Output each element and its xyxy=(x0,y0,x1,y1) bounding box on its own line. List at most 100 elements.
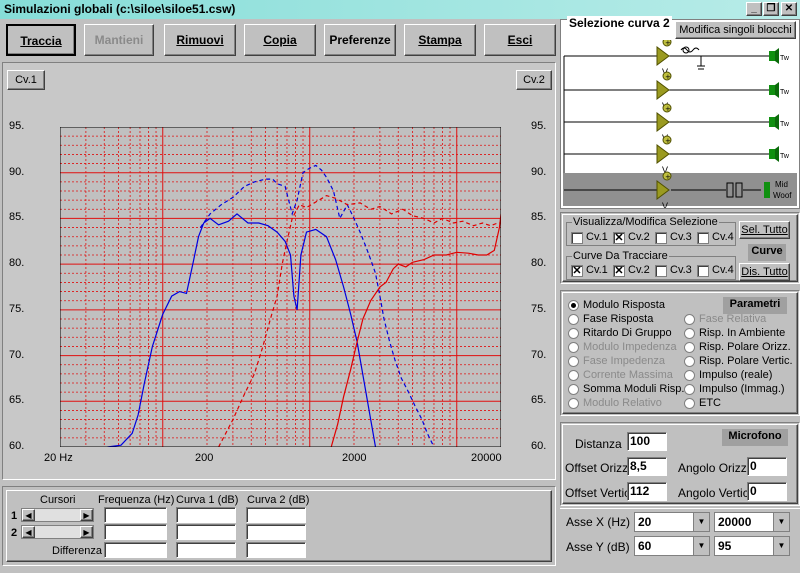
radio-modulo-impedenza[interactable] xyxy=(568,342,579,353)
angolo-vertic-field[interactable]: 0 xyxy=(747,482,787,501)
visualizza-checkbox-1[interactable] xyxy=(571,232,583,244)
rimuovi-button[interactable]: Rimuovi xyxy=(164,24,236,56)
diff-curva2-field[interactable] xyxy=(246,542,306,558)
radio-modulo-risposta[interactable] xyxy=(568,300,579,311)
cursor1-curva2-field[interactable] xyxy=(246,507,306,523)
visualizza-checkbox-3[interactable] xyxy=(655,232,667,244)
asse-y-min-select[interactable]: 60 ▼ xyxy=(634,536,710,556)
asse-x-min-value: 20 xyxy=(638,515,652,529)
chevron-down-icon[interactable]: ▼ xyxy=(693,513,709,531)
tracciare-checkbox-1[interactable]: ✕ xyxy=(571,265,583,277)
tracciare-checkbox-label-1: Cv.1 xyxy=(586,264,608,276)
radio-label-impulso-immag: Impulso (Immag.) xyxy=(699,383,785,395)
dis-tutto-button[interactable]: Dis. Tutto xyxy=(739,263,790,281)
close-button[interactable]: ✕ xyxy=(781,2,797,16)
esci-button[interactable]: Esci xyxy=(484,24,556,56)
asse-x-max-value: 20000 xyxy=(718,515,752,529)
radio-fase-risposta[interactable] xyxy=(568,314,579,325)
mid-label: Mid xyxy=(775,180,788,189)
cursor2-freq-field[interactable] xyxy=(104,524,167,540)
visualizza-checkbox-4[interactable] xyxy=(697,232,709,244)
chain-1[interactable] xyxy=(564,40,790,78)
cursor2-curva2-field[interactable] xyxy=(246,524,306,540)
stampa-button[interactable]: Stampa xyxy=(404,24,476,56)
distanza-label: Distanza xyxy=(575,437,622,451)
diff-curva1-field[interactable] xyxy=(176,542,236,558)
radio-label-modulo-impedenza: Modulo Impedenza xyxy=(583,341,677,353)
diff-freq-field[interactable] xyxy=(104,542,167,558)
y-tick-left: 85. xyxy=(9,211,25,224)
title-bar: Simulazioni globali (c:\siloe\siloe51.cs… xyxy=(0,0,800,19)
y-tick-left: 75. xyxy=(9,302,25,315)
y-tick-right: 65. xyxy=(531,394,547,407)
offset-orizz-label: Offset Orizz. xyxy=(565,461,632,475)
angolo-orizz-field[interactable]: 0 xyxy=(747,457,787,476)
dis-tutto-label: Dis. Tutto xyxy=(741,266,788,278)
traccia-label: Traccia xyxy=(20,34,62,48)
tracciare-checkbox-2[interactable]: ✕ xyxy=(613,265,625,277)
cursor1-freq-field[interactable] xyxy=(104,507,167,523)
radio-risp-in-ambiente[interactable] xyxy=(684,328,695,339)
cursor1-slider[interactable]: ◀ ▶ xyxy=(21,508,94,522)
chain-3[interactable] xyxy=(564,103,790,144)
radio-modulo-relativo[interactable] xyxy=(568,398,579,409)
cv2-button[interactable]: Cv.2 xyxy=(516,70,552,90)
copia-button[interactable]: Copia xyxy=(244,24,316,56)
radio-impulso-immag[interactable] xyxy=(684,384,695,395)
radio-somma-moduli-risp[interactable] xyxy=(568,384,579,395)
curve-tag: Curve xyxy=(748,244,786,261)
cursor2-left-arrow[interactable]: ◀ xyxy=(22,526,35,538)
radio-fase-impedenza[interactable] xyxy=(568,356,579,367)
radio-label-modulo-risposta: Modulo Risposta xyxy=(583,299,665,311)
tracciare-checkbox-label-3: Cv.3 xyxy=(670,264,692,276)
distanza-field[interactable]: 100 xyxy=(627,432,667,451)
radio-etc[interactable] xyxy=(684,398,695,409)
visualizza-checkbox-label-3: Cv.3 xyxy=(670,231,692,243)
radio-label-impulso-reale: Impulso (reale) xyxy=(699,369,773,381)
offset-vertic-field[interactable]: 112 xyxy=(627,482,667,501)
cursor2-slider[interactable]: ◀ ▶ xyxy=(21,525,94,539)
chevron-down-icon[interactable]: ▼ xyxy=(693,537,709,555)
offset-orizz-field[interactable]: 8,5 xyxy=(627,457,667,476)
driver-mid-icon xyxy=(764,182,770,198)
asse-y-max-select[interactable]: 95 ▼ xyxy=(714,536,790,556)
minimize-button[interactable]: _ xyxy=(746,2,762,16)
chain-2[interactable] xyxy=(564,71,790,112)
tracciare-checkbox-4[interactable] xyxy=(697,265,709,277)
angolo-orizz-label: Angolo Orizz. xyxy=(678,461,751,475)
block-diagram[interactable]: + V Tw Mid Woof xyxy=(561,40,799,208)
asse-x-min-select[interactable]: 20 ▼ xyxy=(634,512,710,532)
radio-corrente-massima[interactable] xyxy=(568,370,579,381)
chevron-down-icon[interactable]: ▼ xyxy=(773,537,789,555)
chevron-down-icon[interactable]: ▼ xyxy=(773,513,789,531)
radio-risp-polare-vertic[interactable] xyxy=(684,356,695,367)
mantieni-button[interactable]: Mantieni xyxy=(84,24,154,56)
preferenze-button[interactable]: Preferenze xyxy=(324,24,396,56)
radio-ritardo-di-gruppo[interactable] xyxy=(568,328,579,339)
cursor1-left-arrow[interactable]: ◀ xyxy=(22,509,35,521)
radio-risp-polare-orizz[interactable] xyxy=(684,342,695,353)
asse-y-label: Asse Y (dB) xyxy=(566,540,630,554)
radio-impulso-reale[interactable] xyxy=(684,370,695,381)
cursor1-curva1-field[interactable] xyxy=(176,507,236,523)
traccia-button[interactable]: Traccia xyxy=(6,24,76,56)
sel-tutto-button[interactable]: Sel. Tutto xyxy=(739,221,790,239)
visualizza-checkbox-label-1: Cv.1 xyxy=(586,231,608,243)
microfono-tag: Microfono xyxy=(722,429,788,446)
asse-y-max-value: 95 xyxy=(718,539,732,553)
cursor2-right-arrow[interactable]: ▶ xyxy=(80,526,93,538)
cursor2-curva1-field[interactable] xyxy=(176,524,236,540)
radio-fase-relativa[interactable] xyxy=(684,314,695,325)
chain-4[interactable] xyxy=(564,135,790,176)
cursor-row1-label: 1 xyxy=(11,510,18,522)
selection-title: Selezione curva 2 xyxy=(567,16,672,30)
cv1-button[interactable]: Cv.1 xyxy=(7,70,45,90)
differenza-label: Differenza xyxy=(52,545,102,557)
tracciare-checkbox-3[interactable] xyxy=(655,265,667,277)
asse-x-max-select[interactable]: 20000 ▼ xyxy=(714,512,790,532)
modifica-blocchi-button[interactable]: Modifica singoli blocchi xyxy=(675,21,796,39)
esci-label: Esci xyxy=(507,33,533,47)
restore-button[interactable]: ❐ xyxy=(763,2,779,16)
visualizza-checkbox-2[interactable]: ✕ xyxy=(613,232,625,244)
cursor1-right-arrow[interactable]: ▶ xyxy=(80,509,93,521)
